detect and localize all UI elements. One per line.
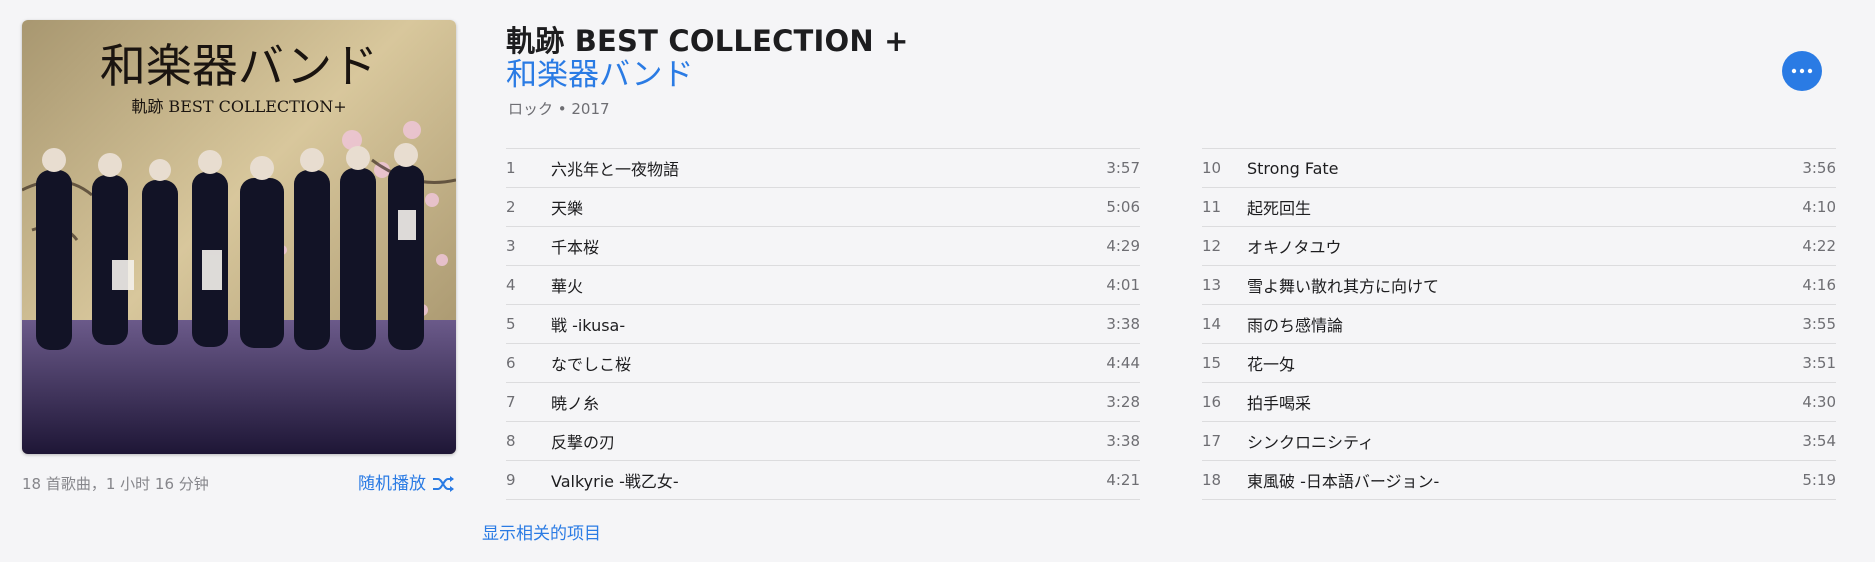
- track-number: 9: [506, 471, 516, 489]
- shuffle-label: 随机播放: [358, 474, 426, 494]
- track-duration: 4:10: [1802, 198, 1836, 216]
- track-duration: 3:54: [1802, 432, 1836, 450]
- track-row[interactable]: 9 Valkyrie -戦乙女- 4:21: [506, 460, 1140, 500]
- album-artwork[interactable]: 和楽器バンド 軌跡 BEST COLLECTION+: [22, 20, 456, 454]
- track-name: 反撃の刃: [551, 433, 616, 452]
- track-name: 雨のち感情論: [1247, 316, 1344, 335]
- track-name: シンクロニシティ: [1247, 433, 1375, 452]
- track-row[interactable]: 4 華火 4:01: [506, 265, 1140, 304]
- track-number: 11: [1202, 198, 1222, 216]
- track-row[interactable]: 13 雪よ舞い散れ其方に向けて 4:16: [1202, 265, 1836, 304]
- track-row[interactable]: 6 なでしこ桜 4:44: [506, 343, 1140, 382]
- more-options-button[interactable]: [1782, 51, 1822, 91]
- track-number: 4: [506, 276, 516, 294]
- track-duration: 3:28: [1106, 393, 1140, 411]
- track-number: 15: [1202, 354, 1222, 372]
- track-duration: 3:55: [1802, 315, 1836, 333]
- track-duration: 3:51: [1802, 354, 1836, 372]
- track-number: 2: [506, 198, 516, 216]
- track-name: なでしこ桜: [551, 355, 632, 374]
- track-name: 戦 -ikusa-: [551, 316, 626, 335]
- track-row[interactable]: 12 オキノタユウ 4:22: [1202, 226, 1836, 265]
- track-duration: 3:38: [1106, 315, 1140, 333]
- track-duration: 4:16: [1802, 276, 1836, 294]
- track-name: Strong Fate: [1247, 158, 1339, 178]
- ellipsis-icon: [1791, 68, 1813, 74]
- track-number: 14: [1202, 315, 1222, 333]
- track-duration: 3:56: [1802, 159, 1836, 177]
- track-row[interactable]: 18 東風破 -日本語バージョン- 5:19: [1202, 460, 1836, 500]
- track-name: オキノタユウ: [1247, 238, 1342, 257]
- track-number: 12: [1202, 237, 1222, 255]
- track-row[interactable]: 14 雨のち感情論 3:55: [1202, 304, 1836, 343]
- track-row[interactable]: 2 天樂 5:06: [506, 187, 1140, 226]
- art-subtitle-text: 軌跡 BEST COLLECTION+: [131, 97, 346, 116]
- track-row[interactable]: 17 シンクロニシティ 3:54: [1202, 421, 1836, 460]
- track-row[interactable]: 8 反撃の刃 3:38: [506, 421, 1140, 460]
- track-name: 暁ノ糸: [551, 394, 600, 413]
- track-name: 六兆年と一夜物語: [551, 160, 680, 179]
- track-number: 5: [506, 315, 516, 333]
- track-name: 花一匁: [1247, 355, 1296, 374]
- track-duration: 4:30: [1802, 393, 1836, 411]
- track-row[interactable]: 15 花一匁 3:51: [1202, 343, 1836, 382]
- track-name: 起死回生: [1247, 199, 1312, 218]
- track-duration: 4:22: [1802, 237, 1836, 255]
- track-row[interactable]: 16 拍手喝采 4:30: [1202, 382, 1836, 421]
- tracklist-left: 1 六兆年と一夜物語 3:57 2 天樂 5:06 3 千本桜 4:29 4 華火 4:01 5…: [506, 148, 1140, 500]
- track-row[interactable]: 7 暁ノ糸 3:28: [506, 382, 1140, 421]
- track-row[interactable]: 10 Strong Fate 3:56: [1202, 148, 1836, 187]
- track-count-duration: 18 首歌曲，1 小时 16 分钟: [22, 475, 209, 493]
- track-name: 拍手喝采: [1247, 394, 1312, 413]
- show-related-link[interactable]: 显示相关的项目: [482, 519, 601, 544]
- track-name: Valkyrie -戦乙女-: [551, 472, 679, 491]
- track-duration: 4:44: [1106, 354, 1140, 372]
- track-duration: 3:38: [1106, 432, 1140, 450]
- track-name: 華火: [551, 277, 584, 296]
- track-number: 6: [506, 354, 516, 372]
- track-number: 8: [506, 432, 516, 450]
- tracklist-right: 10 Strong Fate 3:56 11 起死回生 4:10 12 オキノタユウ 4:2…: [1202, 148, 1836, 500]
- track-number: 7: [506, 393, 516, 411]
- track-duration: 4:01: [1106, 276, 1140, 294]
- track-number: 18: [1202, 471, 1222, 489]
- album-genre-year: ロック • 2017: [508, 100, 610, 118]
- track-number: 3: [506, 237, 516, 255]
- shuffle-button[interactable]: 随机播放: [358, 472, 456, 496]
- track-name: 天樂: [551, 199, 584, 218]
- track-number: 16: [1202, 393, 1222, 411]
- track-number: 13: [1202, 276, 1222, 294]
- shuffle-icon: [433, 476, 454, 492]
- track-number: 1: [506, 159, 516, 177]
- track-duration: 5:06: [1106, 198, 1140, 216]
- album-artist-link[interactable]: 和楽器バンド: [506, 55, 694, 95]
- track-row[interactable]: 1 六兆年と一夜物語 3:57: [506, 148, 1140, 187]
- album-artwork-image: 和楽器バンド 軌跡 BEST COLLECTION+: [22, 20, 456, 454]
- track-duration: 4:21: [1106, 471, 1140, 489]
- track-number: 10: [1202, 159, 1222, 177]
- track-duration: 3:57: [1106, 159, 1140, 177]
- track-duration: 5:19: [1802, 471, 1836, 489]
- track-row[interactable]: 5 戦 -ikusa- 3:38: [506, 304, 1140, 343]
- album-summary: 18 首歌曲，1 小时 16 分钟 随机播放: [22, 472, 456, 496]
- art-logo-text: 和楽器バンド: [100, 39, 378, 93]
- track-row[interactable]: 11 起死回生 4:10: [1202, 187, 1836, 226]
- track-name: 雪よ舞い散れ其方に向けて: [1247, 277, 1440, 296]
- track-number: 17: [1202, 432, 1222, 450]
- track-name: 千本桜: [551, 238, 600, 257]
- track-duration: 4:29: [1106, 237, 1140, 255]
- track-name: 東風破 -日本語バージョン-: [1247, 472, 1440, 491]
- track-row[interactable]: 3 千本桜 4:29: [506, 226, 1140, 265]
